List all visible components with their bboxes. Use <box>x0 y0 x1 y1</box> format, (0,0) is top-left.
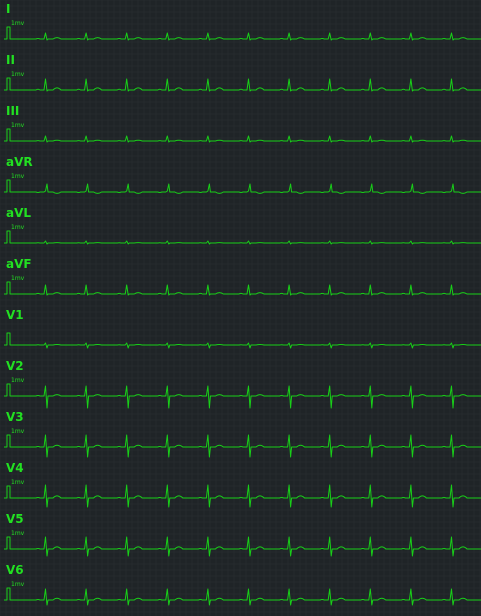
lead-label: aVL <box>6 206 32 220</box>
calibration-label: 1mv <box>11 581 25 588</box>
lead-label: V3 <box>6 410 24 424</box>
lead-label: V4 <box>6 461 24 475</box>
lead-label: II <box>6 53 15 67</box>
calibration-label: 1mv <box>11 479 25 486</box>
calibration-label: 1mv <box>11 20 25 27</box>
calibration-label: 1mv <box>11 173 25 180</box>
calibration-label: 1mv <box>11 224 25 231</box>
lead-row-V5: V5 1mv <box>0 512 481 563</box>
calibration-label: 1mv <box>11 377 25 384</box>
calibration-label: 1mv <box>11 71 25 78</box>
lead-row-aVR: aVR 1mv <box>0 155 481 206</box>
lead-label: aVF <box>6 257 32 271</box>
lead-label: V5 <box>6 512 24 526</box>
lead-label: I <box>6 2 11 16</box>
lead-row-V4: V4 1mv <box>0 461 481 512</box>
lead-row-I: I 1mv <box>0 2 481 53</box>
lead-label: III <box>6 104 20 118</box>
lead-row-aVF: aVF 1mv <box>0 257 481 308</box>
ecg-monitor-screen: I 1mv II 1mv III 1mv aVR 1mv aVL 1mv aVF… <box>0 0 481 616</box>
lead-label: V2 <box>6 359 24 373</box>
lead-row-V3: V3 1mv <box>0 410 481 461</box>
calibration-label: 1mv <box>11 122 25 129</box>
lead-label: V1 <box>6 308 24 322</box>
calibration-label: 1mv <box>11 275 25 282</box>
lead-row-V1: V1 <box>0 308 481 359</box>
lead-row-II: II 1mv <box>0 53 481 104</box>
calibration-label: 1mv <box>11 428 25 435</box>
lead-label: aVR <box>6 155 33 169</box>
lead-row-aVL: aVL 1mv <box>0 206 481 257</box>
lead-row-V2: V2 1mv <box>0 359 481 410</box>
lead-row-V6: V6 1mv <box>0 563 481 614</box>
lead-label: V6 <box>6 563 24 577</box>
calibration-label: 1mv <box>11 530 25 537</box>
lead-row-III: III 1mv <box>0 104 481 155</box>
